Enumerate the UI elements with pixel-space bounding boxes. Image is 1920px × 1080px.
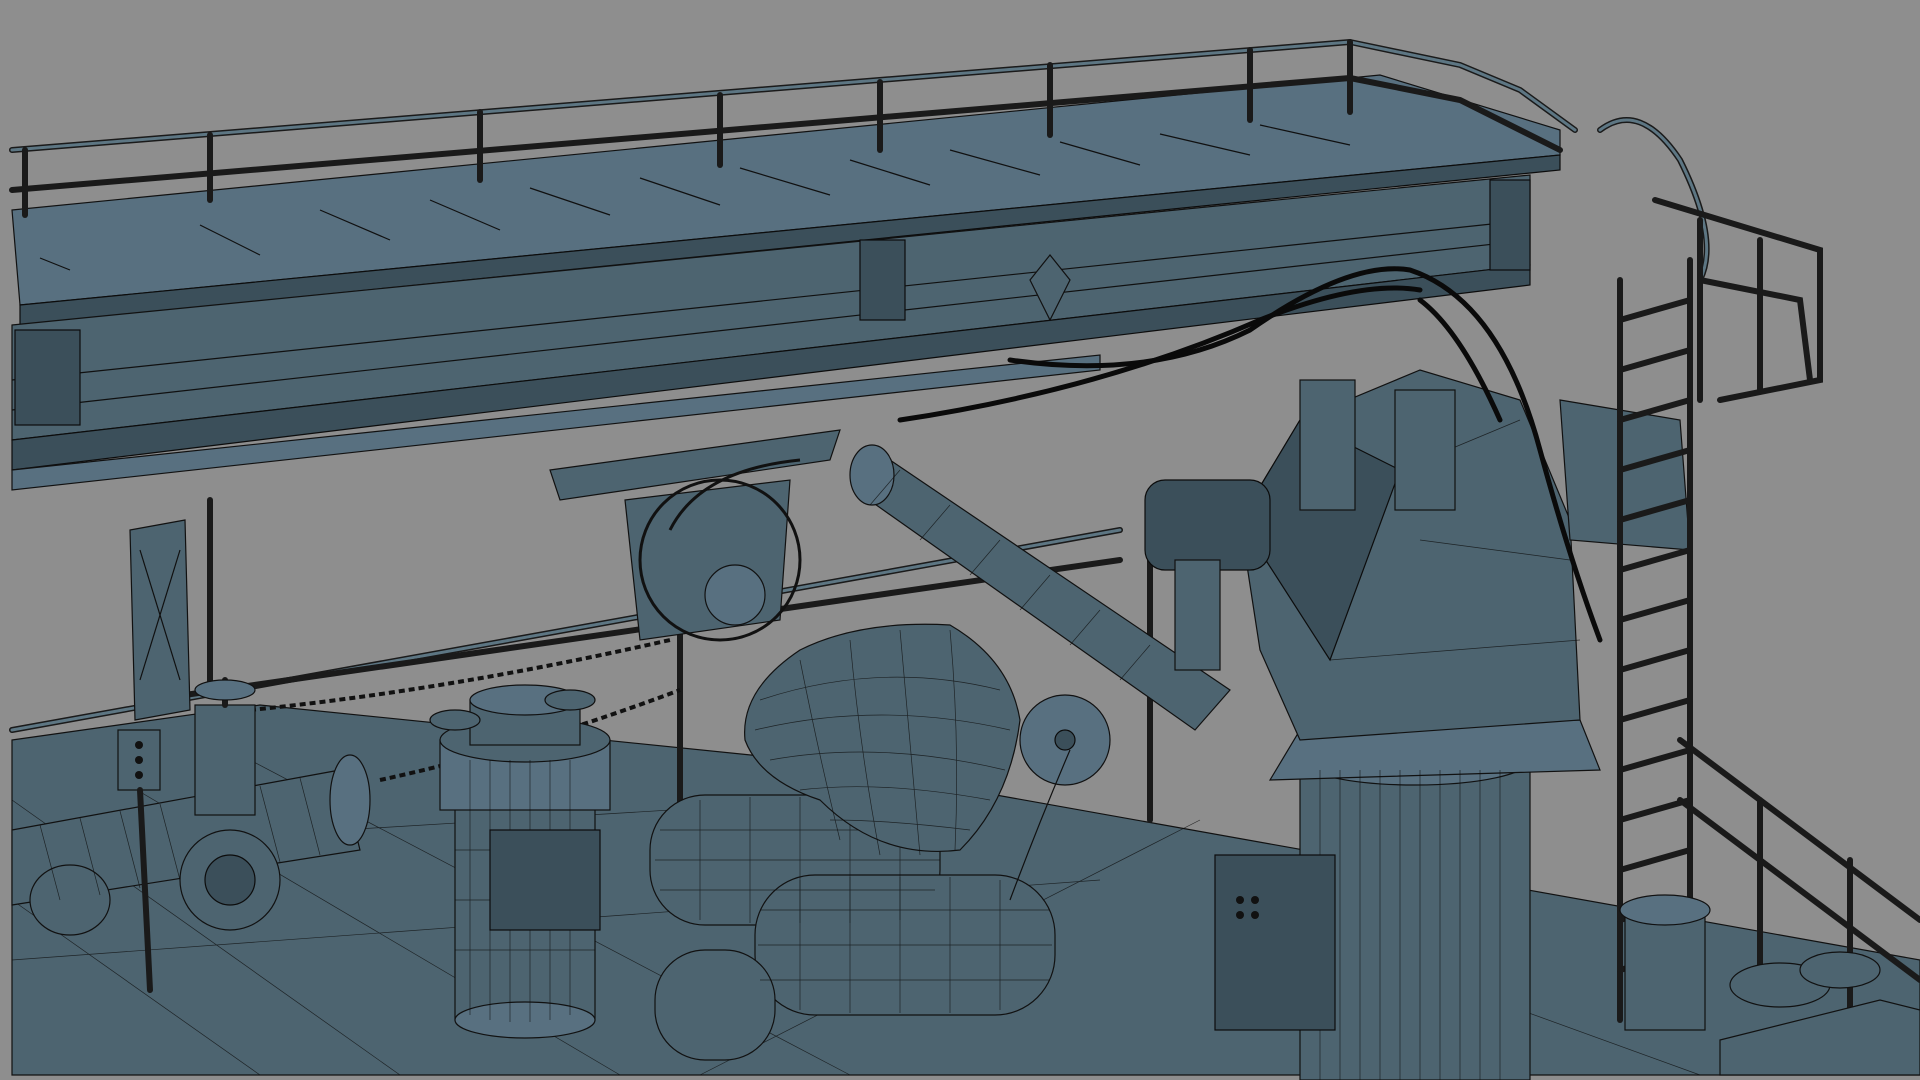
3d-viewport[interactable] bbox=[0, 0, 1920, 1080]
wireframe-scene bbox=[9, 39, 1920, 1080]
bollard bbox=[429, 684, 611, 1039]
